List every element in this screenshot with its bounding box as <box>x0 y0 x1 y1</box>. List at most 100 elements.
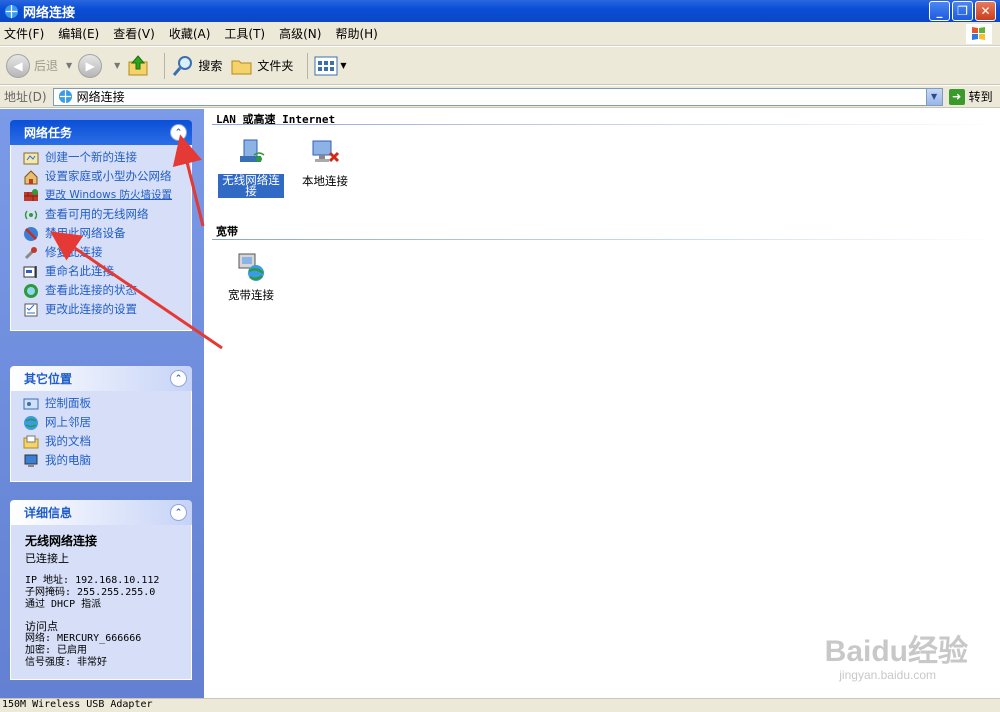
close-button[interactable]: ✕ <box>975 1 996 21</box>
network-tasks-header[interactable]: 网络任务 ⌃ <box>10 120 192 145</box>
forward-button[interactable]: ▶ <box>78 53 106 78</box>
menu-advanced[interactable]: 高级(N) <box>279 25 321 42</box>
connection-wireless[interactable]: 无线网络连接 <box>218 137 284 198</box>
windows-logo-icon <box>966 24 992 44</box>
menu-help[interactable]: 帮助(H) <box>335 25 377 42</box>
views-icon <box>314 56 338 75</box>
details-content: 无线网络连接 已连接上 IP 地址: 192.168.10.112 子网掩码: … <box>10 525 192 680</box>
address-input[interactable]: 网络连接 ▼ <box>52 87 943 106</box>
search-label: 搜索 <box>198 59 223 73</box>
back-arrow-icon: ◀ <box>6 53 30 78</box>
search-icon <box>173 55 193 76</box>
menu-bar: 文件(F) 编辑(E) 查看(V) 收藏(A) 工具(T) 高级(N) 帮助(H… <box>0 22 1000 46</box>
up-button[interactable] <box>126 54 150 78</box>
address-value: 网络连接 <box>76 90 125 104</box>
details-ip: IP 地址: 192.168.10.112 <box>25 575 160 586</box>
network-connections-icon <box>58 89 72 104</box>
task-view-status[interactable]: 查看此连接的状态 <box>23 284 185 299</box>
settings-icon <box>24 303 38 317</box>
details-access-point: 访问点 <box>25 620 58 633</box>
network-places-icon <box>24 416 38 430</box>
task-home-network[interactable]: 设置家庭或小型办公网络 <box>23 170 185 185</box>
status-bar: 150M Wireless USB Adapter <box>0 698 1000 712</box>
forward-dropdown-icon[interactable]: ▼ <box>114 61 120 70</box>
group-divider <box>212 124 1000 125</box>
task-disable-device[interactable]: 禁用此网络设备 <box>23 227 185 242</box>
details-title: 详细信息 <box>24 506 73 520</box>
connection-broadband[interactable]: 宽带连接 <box>218 251 284 302</box>
menu-view[interactable]: 查看(V) <box>113 25 155 42</box>
search-button[interactable]: 搜索 <box>171 54 222 78</box>
views-button[interactable]: ▼ <box>314 55 352 77</box>
folders-label: 文件夹 <box>257 59 294 73</box>
network-tasks-title: 网络任务 <box>24 126 73 140</box>
collapse-chevron-icon[interactable]: ⌃ <box>170 124 187 141</box>
window-title: 网络连接 <box>23 5 76 21</box>
details-encryption: 加密: 已启用 <box>25 645 88 656</box>
go-arrow-icon: ➜ <box>948 88 965 105</box>
watermark-logo: Baidu经验 <box>824 635 968 668</box>
watermark-url: jingyan.baidu.com <box>839 668 936 682</box>
restore-button[interactable]: ❐ <box>952 1 973 21</box>
collapse-chevron-icon[interactable]: ⌃ <box>170 370 187 387</box>
connection-broadband-label: 宽带连接 <box>228 288 274 302</box>
up-folder-icon <box>128 54 148 75</box>
my-computer-icon <box>24 454 38 467</box>
repair-icon <box>24 247 37 260</box>
network-tasks-panel: 网络任务 ⌃ 创建一个新的连接 设置家庭或小型办公网络 更改 Windows 防… <box>10 120 192 331</box>
task-rename-connection[interactable]: 重命名此连接 <box>23 265 185 280</box>
details-panel: 详细信息 ⌃ 无线网络连接 已连接上 IP 地址: 192.168.10.112… <box>10 500 192 680</box>
details-connection-name: 无线网络连接 <box>25 534 98 548</box>
network-connections-icon <box>4 4 19 18</box>
details-dhcp: 通过 DHCP 指派 <box>25 599 102 610</box>
broadband-connection-icon <box>238 253 264 281</box>
task-firewall-settings[interactable]: 更改 Windows 防火墙设置 <box>23 189 185 204</box>
address-label: 地址(D) <box>4 90 47 104</box>
place-my-documents[interactable]: 我的文档 <box>23 435 185 450</box>
go-button[interactable]: ➜ 转到 <box>948 88 993 105</box>
connections-view[interactable]: LAN 或高速 Internet 无线网络连接 本地连接 宽带 宽带连接 Bai… <box>204 109 1000 698</box>
home-network-icon <box>24 170 38 185</box>
menu-file[interactable]: 文件(F) <box>4 25 44 42</box>
address-bar: 地址(D) 网络连接 ▼ ➜ 转到 <box>0 86 1000 108</box>
place-network-places[interactable]: 网上邻居 <box>23 416 185 431</box>
connection-local[interactable]: 本地连接 <box>292 137 358 188</box>
place-control-panel[interactable]: 控制面板 <box>23 397 185 412</box>
place-my-computer[interactable]: 我的电脑 <box>23 454 185 469</box>
collapse-chevron-icon[interactable]: ⌃ <box>170 504 187 521</box>
menu-tools[interactable]: 工具(T) <box>224 25 265 42</box>
back-dropdown-icon[interactable]: ▼ <box>66 61 72 70</box>
wireless-connection-icon <box>240 139 265 162</box>
forward-arrow-icon: ▶ <box>78 53 103 78</box>
back-button[interactable]: ◀ 后退 <box>6 53 58 78</box>
task-repair-connection[interactable]: 修复此连接 <box>23 246 185 261</box>
task-change-settings[interactable]: 更改此连接的设置 <box>23 303 185 318</box>
minimize-button[interactable]: _ <box>929 1 950 21</box>
other-places-header[interactable]: 其它位置 ⌃ <box>10 366 192 391</box>
address-dropdown-icon[interactable]: ▼ <box>925 88 942 105</box>
toolbar: ◀ 后退 ▼ ▶ ▼ 搜索 文件夹 ▼ <box>0 47 1000 85</box>
details-mask: 子网掩码: 255.255.255.0 <box>25 587 156 598</box>
group-divider <box>212 239 1000 240</box>
control-panel-icon <box>23 398 39 410</box>
other-places-title: 其它位置 <box>24 372 73 386</box>
task-create-connection[interactable]: 创建一个新的连接 <box>23 151 185 166</box>
menu-favorites[interactable]: 收藏(A) <box>169 25 211 42</box>
details-state: 已连接上 <box>25 552 69 565</box>
my-documents-icon <box>23 435 39 449</box>
firewall-icon <box>24 189 38 201</box>
folders-button[interactable]: 文件夹 <box>230 54 293 78</box>
task-view-wireless[interactable]: 查看可用的无线网络 <box>23 208 185 223</box>
details-ssid: 网络: MERCURY_666666 <box>25 633 142 644</box>
connection-wireless-label: 无线网络连接 <box>218 174 284 198</box>
details-header[interactable]: 详细信息 ⌃ <box>10 500 192 525</box>
details-signal: 信号强度: 非常好 <box>25 657 108 668</box>
views-dropdown-icon[interactable]: ▼ <box>340 61 346 70</box>
local-connection-disconnected-icon <box>312 140 340 163</box>
status-icon <box>24 284 38 298</box>
title-bar[interactable]: 网络连接 _ ❐ ✕ <box>0 0 1000 22</box>
menu-edit[interactable]: 编辑(E) <box>58 25 99 42</box>
task-pane: 网络任务 ⌃ 创建一个新的连接 设置家庭或小型办公网络 更改 Windows 防… <box>0 109 204 698</box>
wireless-icon <box>24 210 38 220</box>
other-places-panel: 其它位置 ⌃ 控制面板 网上邻居 我的文档 我的电脑 <box>10 366 192 482</box>
